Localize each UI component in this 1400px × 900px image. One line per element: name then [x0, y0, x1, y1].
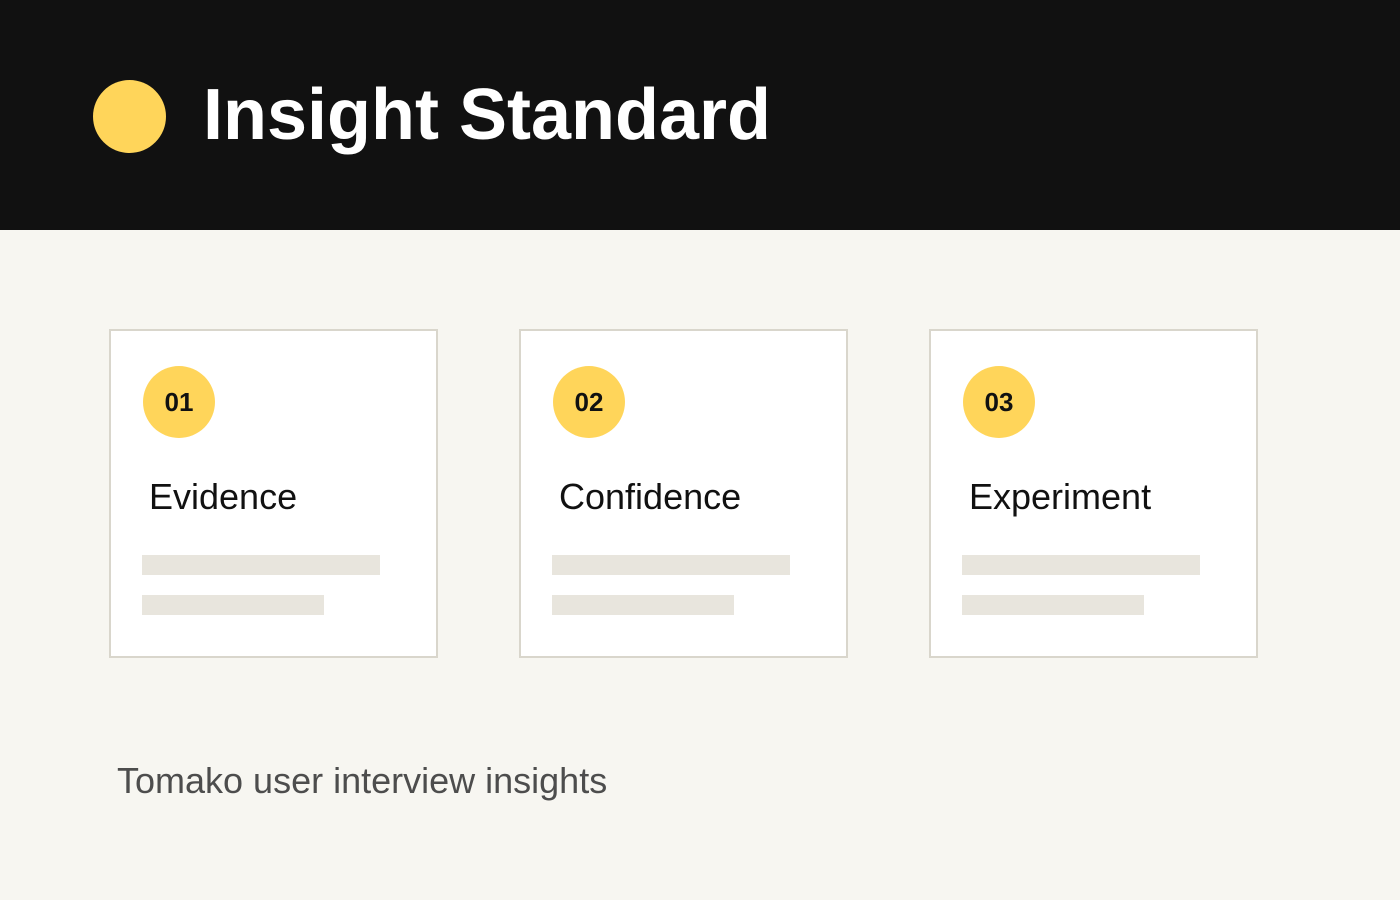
placeholder-line — [142, 555, 380, 575]
placeholder-line — [142, 595, 324, 615]
card-confidence: 02 Confidence — [519, 329, 848, 658]
yellow-dot-icon — [93, 80, 166, 153]
card-title: Confidence — [559, 476, 742, 517]
card-title: Evidence — [149, 476, 298, 517]
step-number-badge: 03 — [963, 366, 1035, 438]
footer-caption: Tomako user interview insights — [117, 760, 608, 801]
card-evidence: 01 Evidence — [109, 329, 438, 658]
placeholder-line — [962, 555, 1200, 575]
card-experiment: 03 Experiment — [929, 329, 1258, 658]
placeholder-line — [962, 595, 1144, 615]
placeholder-line — [552, 555, 790, 575]
page-title: Insight Standard — [203, 75, 772, 155]
page: Insight Standard 01 Evidence 02 Confiden… — [0, 0, 1400, 900]
header-banner: Insight Standard — [0, 0, 1400, 230]
card-title: Experiment — [969, 476, 1152, 517]
placeholder-line — [552, 595, 734, 615]
step-number-badge: 01 — [143, 366, 215, 438]
step-number-badge: 02 — [553, 366, 625, 438]
